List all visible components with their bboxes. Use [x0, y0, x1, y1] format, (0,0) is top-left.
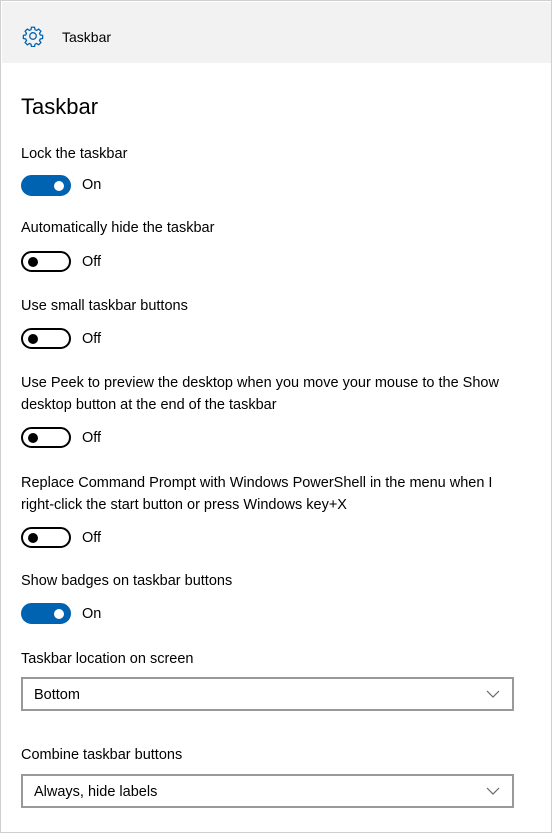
page-title: Taskbar [21, 94, 99, 119]
gear-icon [22, 26, 44, 47]
peek-toggle[interactable] [21, 427, 71, 448]
lock-taskbar-label: Lock the taskbar [21, 146, 128, 162]
toggle-knob [28, 532, 38, 543]
powershell-state: Off [82, 530, 102, 546]
auto-hide-state: Off [82, 254, 102, 270]
combine-buttons-label: Combine taskbar buttons [21, 747, 183, 763]
toggle-knob [54, 608, 64, 619]
peek-state: Off [82, 430, 102, 446]
lock-taskbar-toggle[interactable] [21, 175, 71, 196]
window-title: Taskbar [62, 29, 112, 45]
combine-buttons-value: Always, hide labels [34, 784, 158, 800]
settings-window: Taskbar Taskbar Lock the taskbar On Auto… [0, 0, 552, 833]
chevron-down-icon [486, 690, 500, 698]
toggle-knob [28, 432, 38, 443]
auto-hide-toggle[interactable] [21, 251, 71, 272]
badges-state: On [82, 606, 102, 622]
powershell-label: Replace Command Prompt with Windows Powe… [21, 475, 493, 513]
taskbar-location-label: Taskbar location on screen [21, 651, 194, 667]
taskbar-location-dropdown[interactable]: Bottom [21, 677, 514, 711]
chevron-down-icon [486, 787, 500, 795]
toggle-knob [28, 256, 38, 267]
powershell-toggle[interactable] [21, 527, 71, 548]
peek-label: Use Peek to preview the desktop when you… [21, 375, 499, 413]
small-buttons-label: Use small taskbar buttons [21, 298, 188, 314]
toggle-knob [28, 333, 38, 344]
small-buttons-state: Off [82, 331, 102, 347]
badges-toggle[interactable] [21, 603, 71, 624]
auto-hide-label: Automatically hide the taskbar [21, 220, 215, 236]
title-bar: Taskbar [2, 2, 551, 63]
small-buttons-toggle[interactable] [21, 328, 71, 349]
combine-buttons-dropdown[interactable]: Always, hide labels [21, 774, 514, 808]
lock-taskbar-state: On [82, 177, 102, 193]
badges-label: Show badges on taskbar buttons [21, 573, 233, 589]
taskbar-location-value: Bottom [34, 687, 80, 703]
toggle-knob [54, 180, 64, 191]
